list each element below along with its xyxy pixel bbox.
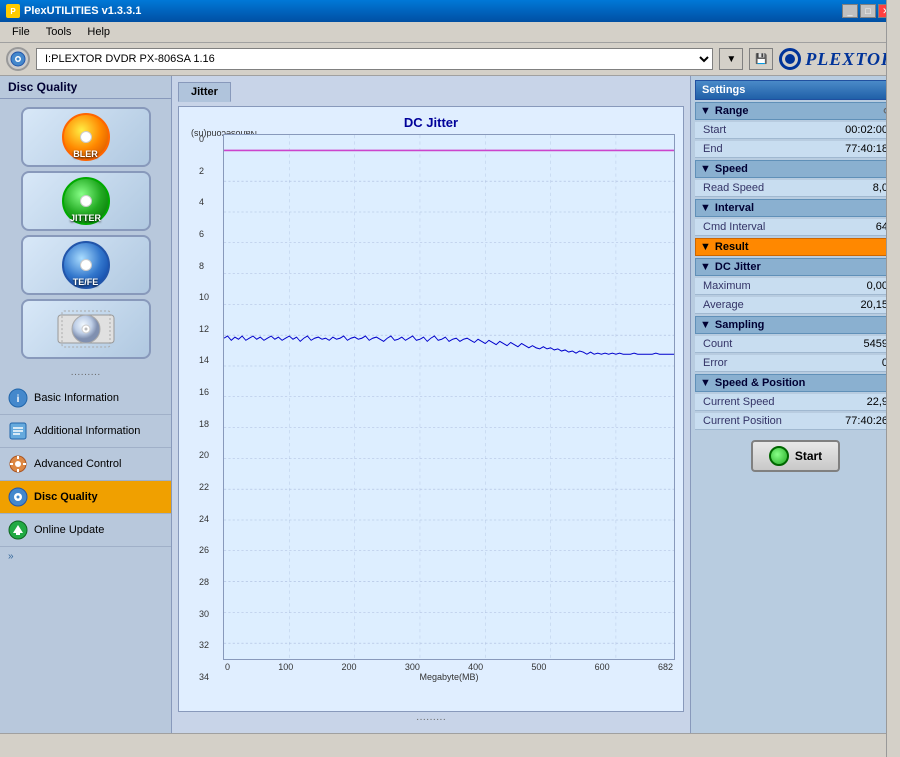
x-axis: 0 100 200 300 400 500 600 682 [223,660,675,672]
panel-row-read-speed: Read Speed 8,0 [695,180,896,197]
panel-section-interval[interactable]: ▼ Interval [695,199,896,217]
x-axis-label: Megabyte(MB) [223,672,675,682]
content-area: Jitter DC Jitter Nanosecond(ns) 34 32 30 [172,76,690,733]
device-icon [6,47,30,71]
dc-jitter-toggle-icon: ▼ [700,261,711,273]
sidebar-item-label-advanced-control: Advanced Control [34,458,121,470]
dropdown-button[interactable]: ▼ [719,48,743,70]
disc-generic-icon [56,307,116,351]
sidebar-item-label-additional-information: Additional Information [34,425,140,437]
panel-row-cmd-interval: Cmd Interval 64 [695,219,896,236]
advanced-control-icon [8,454,28,474]
save-button[interactable]: 💾 [749,48,773,70]
speed-position-toggle-icon: ▼ [700,377,711,389]
statusbar [0,733,900,753]
disc-button-tefe[interactable]: TE/FE [21,235,151,295]
sidebar-item-disc-quality[interactable]: Disc Quality [0,481,171,514]
sidebar-section-title: Disc Quality [0,76,171,99]
device-select[interactable]: I:PLEXTOR DVDR PX-806SA 1.16 [36,48,713,70]
chart-container: DC Jitter Nanosecond(ns) 34 32 30 28 26 [178,106,684,712]
interval-label: Interval [715,202,754,214]
menu-help[interactable]: Help [79,24,118,40]
panel-row-dc-jitter-avg: Average 20,15 [695,297,896,314]
disc-icons-container: BLER JITTER TE/FE [0,99,171,367]
y-axis-container: Nanosecond(ns) 34 32 30 28 26 24 22 20 1… [187,134,223,682]
expand-arrow[interactable]: » [0,547,171,566]
menu-tools[interactable]: Tools [38,24,80,40]
result-toggle-icon: ▼ [700,241,711,253]
start-button[interactable]: Start [751,440,840,472]
main-layout: Disc Quality BLER JITTER TE/FE [0,76,900,733]
sidebar-item-online-update[interactable]: Online Update [0,514,171,547]
minimize-button[interactable]: _ [842,4,858,18]
speed-toggle-icon: ▼ [700,163,711,175]
menubar: File Tools Help [0,22,900,43]
result-label: Result [715,241,749,253]
panel-row-dc-jitter-max: Maximum 0,00 [695,278,896,295]
sidebar-item-advanced-control[interactable]: Advanced Control [0,448,171,481]
sidebar-item-additional-information[interactable]: Additional Information [0,415,171,448]
range-label: Range [715,105,749,117]
menu-file[interactable]: File [4,24,38,40]
toolbar: I:PLEXTOR DVDR PX-806SA 1.16 ▼ 💾 PLEXTOR [0,43,900,76]
disc-quality-icon [8,487,28,507]
sampling-label: Sampling [715,319,765,331]
panel-row-current-position: Current Position 77:40:26 [695,413,896,430]
tab-jitter[interactable]: Jitter [178,82,231,102]
bottom-dots: ········· [178,712,684,727]
dc-jitter-label: DC Jitter [715,261,761,273]
app-icon: P [6,4,20,18]
disc-button-bler[interactable]: BLER [21,107,151,167]
titlebar-left: P PlexUTILITIES v1.3.3.1 [6,4,141,18]
plextor-logo: PLEXTOR [779,48,894,70]
basic-information-icon: i [8,388,28,408]
titlebar: P PlexUTILITIES v1.3.3.1 _ □ ✕ [0,0,900,22]
dots-separator: ········· [0,367,171,382]
sidebar: Disc Quality BLER JITTER TE/FE [0,76,172,733]
plextor-circle-icon [779,48,801,70]
panel-header: Settings [695,80,896,100]
interval-toggle-icon: ▼ [700,202,711,214]
chart-plot-area [223,134,675,660]
disc-button-jitter[interactable]: JITTER [21,171,151,231]
panel-section-speed[interactable]: ▼ Speed [695,160,896,178]
speed-label: Speed [715,163,748,175]
right-panel: Settings ▼ Range ⟳ Start 00:02:00 End 77… [690,76,900,733]
panel-section-speed-position[interactable]: ▼ Speed & Position [695,374,896,392]
sidebar-item-label-disc-quality: Disc Quality [34,491,98,503]
nav-items: i Basic Information Additional Informati… [0,382,171,547]
chart-inner: Nanosecond(ns) 34 32 30 28 26 24 22 20 1… [187,134,675,682]
panel-row-count: Count 5459 [695,336,896,353]
maximize-button[interactable]: □ [860,4,876,18]
vertical-scrollbar[interactable] [886,0,900,757]
disc-button-generic[interactable] [21,299,151,359]
y-axis: 34 32 30 28 26 24 22 20 18 16 14 12 [199,134,223,682]
start-label: Start [795,449,822,463]
disc-label-bler: BLER [73,149,98,159]
speed-position-label: Speed & Position [715,377,805,389]
panel-section-sampling[interactable]: ▼ Sampling [695,316,896,334]
tab-bar: Jitter [178,82,684,102]
start-icon [769,446,789,466]
panel-section-range[interactable]: ▼ Range ⟳ [695,102,896,120]
chart-svg [224,135,674,659]
panel-section-dc-jitter[interactable]: ▼ DC Jitter [695,258,896,276]
disc-label-tefe: TE/FE [73,277,99,287]
app-title: PlexUTILITIES v1.3.3.1 [24,5,141,17]
panel-row-error: Error 0 [695,355,896,372]
panel-row-end: End 77:40:18 [695,141,896,158]
sampling-toggle-icon: ▼ [700,319,711,331]
chart-title: DC Jitter [187,115,675,130]
online-update-icon [8,520,28,540]
sidebar-item-label-online-update: Online Update [34,524,104,536]
additional-information-icon [8,421,28,441]
svg-text:i: i [17,394,20,405]
sidebar-item-basic-information[interactable]: i Basic Information [0,382,171,415]
panel-result-header[interactable]: ▼ Result [695,238,896,256]
disc-label-jitter: JITTER [70,213,101,223]
panel-row-current-speed: Current Speed 22,9 [695,394,896,411]
sidebar-item-label-basic-information: Basic Information [34,392,119,404]
range-toggle-icon: ▼ [700,105,711,117]
